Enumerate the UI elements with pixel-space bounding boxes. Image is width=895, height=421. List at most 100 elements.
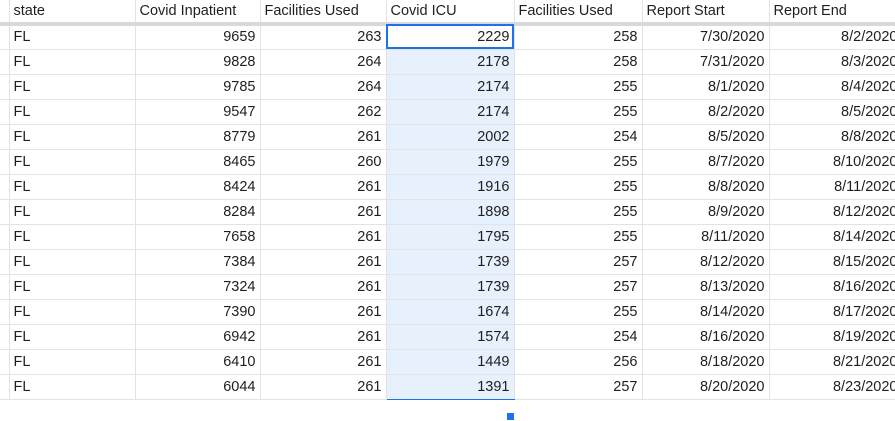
table-cell[interactable]: 8/5/2020 (769, 99, 895, 125)
table-cell[interactable]: 255 (514, 99, 643, 125)
table-cell[interactable]: 7390 (135, 299, 261, 325)
table-cell[interactable]: 264 (260, 49, 387, 75)
table-cell[interactable]: 8/23/2020 (769, 374, 895, 400)
table-cell[interactable]: FL (9, 299, 136, 325)
table-cell[interactable]: 1574 (385, 324, 515, 350)
table-cell[interactable]: 261 (260, 224, 387, 250)
table-cell[interactable]: 8/3/2020 (769, 49, 895, 75)
table-cell[interactable]: FL (9, 124, 136, 150)
table-cell[interactable]: 260 (260, 149, 387, 175)
table-cell[interactable]: 1739 (385, 249, 515, 275)
table-cell[interactable]: 1795 (385, 224, 515, 250)
table-cell[interactable]: 255 (514, 174, 643, 200)
table-cell[interactable]: 8/14/2020 (642, 299, 770, 325)
table-cell[interactable]: 261 (260, 349, 387, 375)
table-cell[interactable]: 8/20/2020 (642, 374, 770, 400)
table-cell[interactable]: 8424 (135, 174, 261, 200)
table-cell[interactable]: 255 (514, 199, 643, 225)
table-cell[interactable]: 8/11/2020 (642, 224, 770, 250)
table-cell[interactable]: 1979 (385, 149, 515, 175)
table-cell[interactable]: 9785 (135, 74, 261, 100)
table-cell[interactable]: FL (9, 274, 136, 300)
table-cell[interactable]: FL (9, 174, 136, 200)
table-cell[interactable]: 2178 (385, 49, 515, 75)
table-cell[interactable]: 8779 (135, 124, 261, 150)
table-cell[interactable]: FL (9, 349, 136, 375)
table-cell[interactable]: 264 (260, 74, 387, 100)
table-cell[interactable]: 8/11/2020 (769, 174, 895, 200)
table-cell[interactable]: 261 (260, 199, 387, 225)
table-cell[interactable]: FL (9, 149, 136, 175)
table-cell[interactable]: FL (9, 249, 136, 275)
table-cell[interactable]: 255 (514, 74, 643, 100)
table-cell[interactable]: 8/1/2020 (642, 74, 770, 100)
table-cell[interactable]: 8/10/2020 (769, 149, 895, 175)
table-cell[interactable]: 6942 (135, 324, 261, 350)
spreadsheet-grid[interactable]: state Covid Inpatient Facilities Used Covid… (0, 0, 895, 421)
table-cell[interactable]: 8/8/2020 (642, 174, 770, 200)
table-cell[interactable]: 1898 (385, 199, 515, 225)
table-cell[interactable]: 6410 (135, 349, 261, 375)
table-cell[interactable]: 8/13/2020 (642, 274, 770, 300)
table-cell[interactable]: 258 (514, 49, 643, 75)
table-cell[interactable]: 261 (260, 274, 387, 300)
table-cell[interactable]: FL (9, 199, 136, 225)
column-header[interactable]: Facilities Used (260, 0, 387, 26)
table-cell[interactable]: 9828 (135, 49, 261, 75)
table-cell[interactable]: 261 (260, 374, 387, 400)
table-cell[interactable]: 1739 (385, 274, 515, 300)
table-cell[interactable]: 2174 (385, 74, 515, 100)
table-cell[interactable]: 8/9/2020 (642, 199, 770, 225)
table-cell[interactable]: 2229 (385, 24, 515, 50)
table-cell[interactable]: 254 (514, 124, 643, 150)
column-header[interactable]: state (9, 0, 136, 26)
table-cell[interactable]: 261 (260, 124, 387, 150)
column-header[interactable]: Covid ICU (386, 0, 515, 26)
table-cell[interactable]: 263 (260, 24, 387, 50)
table-cell[interactable]: 8/17/2020 (769, 299, 895, 325)
table-cell[interactable]: 1674 (385, 299, 515, 325)
table-cell[interactable]: 261 (260, 299, 387, 325)
table-cell[interactable]: 1391 (385, 374, 515, 400)
table-cell[interactable]: 8/8/2020 (769, 124, 895, 150)
table-cell[interactable]: 8/4/2020 (769, 74, 895, 100)
table-cell[interactable]: 257 (514, 274, 643, 300)
table-cell[interactable]: 8/2/2020 (642, 99, 770, 125)
table-cell[interactable]: 8/12/2020 (642, 249, 770, 275)
table-cell[interactable]: 8/2/2020 (769, 24, 895, 50)
table-cell[interactable]: 8/12/2020 (769, 199, 895, 225)
table-cell[interactable]: 8/19/2020 (769, 324, 895, 350)
table-cell[interactable]: 255 (514, 299, 643, 325)
table-cell[interactable]: 261 (260, 249, 387, 275)
table-cell[interactable]: 2002 (385, 124, 515, 150)
column-header[interactable]: Report Start (642, 0, 770, 26)
table-cell[interactable]: 6044 (135, 374, 261, 400)
table-cell[interactable]: 7324 (135, 274, 261, 300)
table-cell[interactable]: 7658 (135, 224, 261, 250)
table-cell[interactable]: FL (9, 224, 136, 250)
table-cell[interactable]: FL (9, 24, 136, 50)
table-cell[interactable]: 8/16/2020 (642, 324, 770, 350)
table-cell[interactable]: 255 (514, 224, 643, 250)
table-cell[interactable]: 9547 (135, 99, 261, 125)
table-cell[interactable]: 8/21/2020 (769, 349, 895, 375)
table-cell[interactable]: 9659 (135, 24, 261, 50)
table-cell[interactable]: 7384 (135, 249, 261, 275)
table-cell[interactable]: 8284 (135, 199, 261, 225)
table-cell[interactable]: 261 (260, 324, 387, 350)
table-cell[interactable]: 254 (514, 324, 643, 350)
column-header[interactable]: Covid Inpatient (135, 0, 261, 26)
table-cell[interactable]: 255 (514, 149, 643, 175)
table-cell[interactable]: 2174 (385, 99, 515, 125)
table-cell[interactable]: FL (9, 374, 136, 400)
table-cell[interactable]: 1916 (385, 174, 515, 200)
table-cell[interactable]: 8/16/2020 (769, 274, 895, 300)
column-header[interactable]: Facilities Used (514, 0, 643, 26)
table-cell[interactable]: FL (9, 324, 136, 350)
table-cell[interactable]: 7/31/2020 (642, 49, 770, 75)
table-cell[interactable]: FL (9, 49, 136, 75)
table-cell[interactable]: 261 (260, 174, 387, 200)
table-cell[interactable]: 1449 (385, 349, 515, 375)
table-cell[interactable]: 7/30/2020 (642, 24, 770, 50)
table-cell[interactable]: 8/7/2020 (642, 149, 770, 175)
